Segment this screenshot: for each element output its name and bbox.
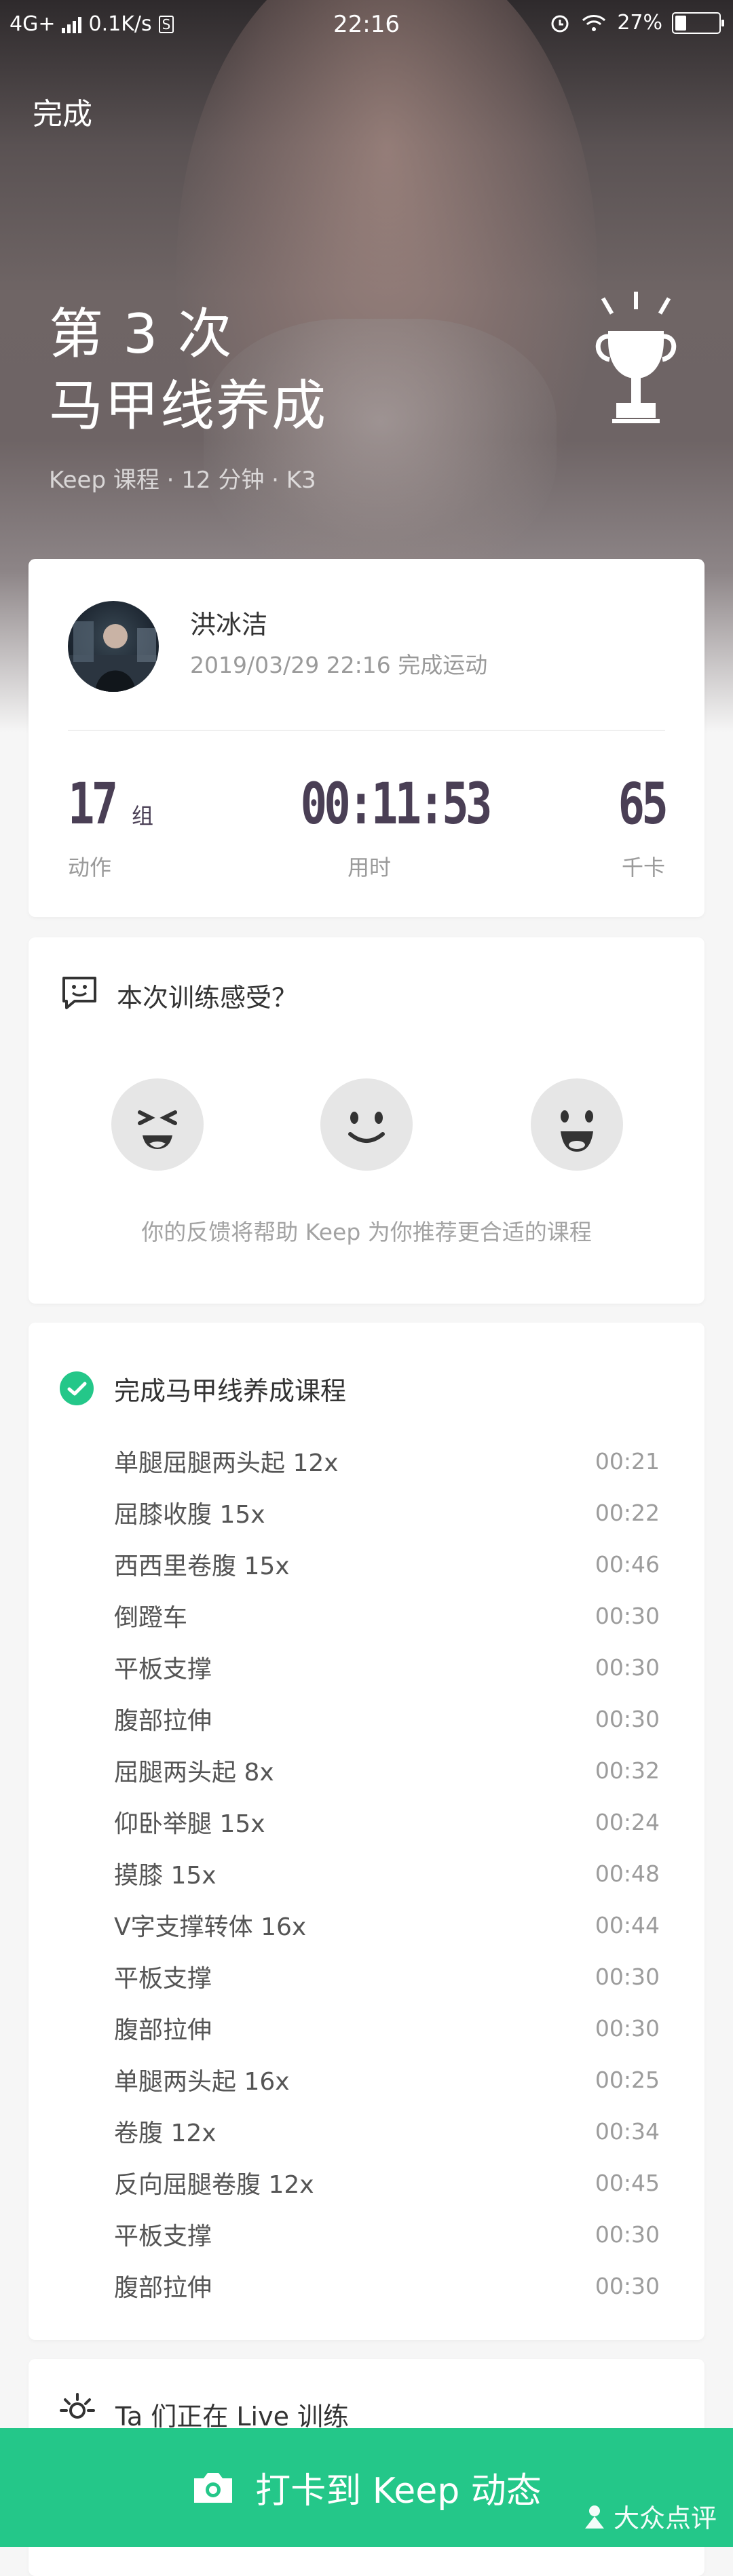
exercise-row: 单腿屈腿两头起 12x 00:21 [114,1435,660,1487]
exercise-row: 反向屈腿卷腹 12x 00:45 [114,2157,660,2208]
exercise-time: 00:21 [595,1448,660,1475]
course-complete-title: 完成马甲线养成课程 [114,1370,346,1407]
exercise-row: 单腿两头起 16x 00:25 [114,2054,660,2105]
battery-icon [672,12,721,34]
exercise-time: 00:48 [595,1860,660,1887]
exercise-name: 西西里卷腹 15x [114,1546,290,1582]
feedback-note: 你的反馈将帮助 Keep 为你推荐更合适的课程 [29,1214,704,1247]
exercise-time: 00:30 [595,1706,660,1732]
exercise-name: 腹部拉伸 [114,2010,212,2046]
workout-title: 第 3 次 马甲线养成 [49,298,327,442]
exercise-time: 00:44 [595,1912,660,1938]
user-name: 洪冰洁 [190,604,267,641]
exercise-time: 00:34 [595,2118,660,2145]
exercise-row: 腹部拉伸 00:30 [114,2260,660,2311]
exercise-time: 00:30 [595,2273,660,2299]
divider [68,730,665,731]
alarm-icon [549,12,571,34]
feedback-card: 本次训练感受？ 你的反馈将帮助 Keep 为你推荐更合适的课程 [29,937,704,1304]
exercise-time: 00:30 [595,1603,660,1629]
exercise-name: 屈膝收腹 15x [114,1495,265,1530]
trophy-icon [585,292,687,434]
exercise-time: 00:24 [595,1809,660,1835]
exercise-time: 00:45 [595,2170,660,2196]
stat-label: 用时 [281,851,457,882]
battery-percent: 27% [617,11,662,35]
exercise-row: 平板支撑 00:30 [114,1641,660,1693]
workout-count: 第 3 次 [49,298,327,370]
exercise-name: 反向屈腿卷腹 12x [114,2165,314,2200]
exercise-name: 平板支撑 [114,2217,212,2252]
stat-duration: 00:11:53 用时 [281,770,457,882]
exercise-name: 单腿屈腿两头起 12x [114,1443,339,1479]
exercise-row: 仰卧举腿 15x 00:24 [114,1796,660,1848]
stat-label: 千卡 [605,851,665,882]
exercise-row: 西西里卷腹 15x 00:46 [114,1538,660,1590]
feedback-title: 本次训练感受？ [117,977,297,1014]
course-meta: Keep 课程 · 12 分钟 · K3 [49,461,316,494]
exercise-time: 00:46 [595,1551,660,1578]
sun-icon [56,2386,99,2429]
chat-smile-icon [61,975,98,1011]
exercise-name: 倒蹬车 [114,1598,187,1633]
stat-groups: 17 组 动作 [68,770,153,882]
wifi-icon [580,13,607,33]
exercise-time: 00:30 [595,2015,660,2042]
course-card: 完成马甲线养成课程 单腿屈腿两头起 12x 00:21 屈膝收腹 15x 00:22… [29,1323,704,2340]
exercise-time: 00:22 [595,1500,660,1526]
exercise-name: 摸膝 15x [114,1856,217,1891]
exercise-name: 仰卧举腿 15x [114,1804,265,1839]
stat-value: 65 [618,770,665,837]
stat-value: 17 [68,770,115,837]
ok-face-icon[interactable] [320,1078,413,1171]
exercise-time: 00:30 [595,2221,660,2248]
done-button[interactable]: 完成 [33,90,92,133]
exercise-row: 屈膝收腹 15x 00:22 [114,1487,660,1538]
exercise-name: 单腿两头起 16x [114,2062,290,2097]
watermark: 大众点评 [581,2497,717,2535]
watermark-text: 大众点评 [614,2497,717,2535]
hard-face-icon[interactable] [111,1078,204,1171]
exercise-name: V字支撑转体 16x [114,1907,306,1943]
camera-icon [191,2470,235,2505]
exercise-name: 腹部拉伸 [114,2268,212,2303]
course-name: 马甲线养成 [49,370,327,442]
exercise-row: 平板支撑 00:30 [114,2208,660,2260]
summary-card: 洪冰洁 2019/03/29 22:16 完成运动 17 组 动作 00:11:… [29,559,704,917]
exercise-row: 腹部拉伸 00:30 [114,2002,660,2054]
stat-label: 动作 [68,851,153,882]
exercise-name: 腹部拉伸 [114,1701,212,1736]
exercise-row: V字支撑转体 16x 00:44 [114,1899,660,1951]
dianping-logo-icon [581,2503,608,2530]
check-circle-icon [60,1371,94,1405]
stat-calories: 65 千卡 [605,770,665,882]
exercise-time: 00:25 [595,2067,660,2093]
checkin-label: 打卡到 Keep 动态 [255,2462,542,2513]
exercise-row: 摸膝 15x 00:48 [114,1848,660,1899]
exercise-name: 屈腿两头起 8x [114,1753,274,1788]
exercise-row: 腹部拉伸 00:30 [114,1693,660,1744]
stat-unit: 组 [132,799,153,830]
exercise-name: 平板支撑 [114,1959,212,1994]
status-bar: 4G+ 0.1K/s S 22:16 27% [0,0,733,52]
stat-value: 00:11:53 [301,770,438,837]
exercise-name: 卷腹 12x [114,2113,217,2149]
exercise-row: 卷腹 12x 00:34 [114,2105,660,2157]
completion-time: 2019/03/29 22:16 完成运动 [190,647,487,680]
person-icon [68,601,159,692]
exercise-row: 倒蹬车 00:30 [114,1590,660,1641]
exercise-name: 平板支撑 [114,1650,212,1685]
exercise-time: 00:32 [595,1757,660,1784]
live-title: Ta 们正在 Live 训练 [115,2396,349,2433]
avatar[interactable] [68,601,159,692]
exercise-time: 00:30 [595,1654,660,1681]
easy-face-icon[interactable] [531,1078,623,1171]
exercise-row: 平板支撑 00:30 [114,1951,660,2002]
exercise-row: 屈腿两头起 8x 00:32 [114,1744,660,1796]
exercise-time: 00:30 [595,1964,660,1990]
